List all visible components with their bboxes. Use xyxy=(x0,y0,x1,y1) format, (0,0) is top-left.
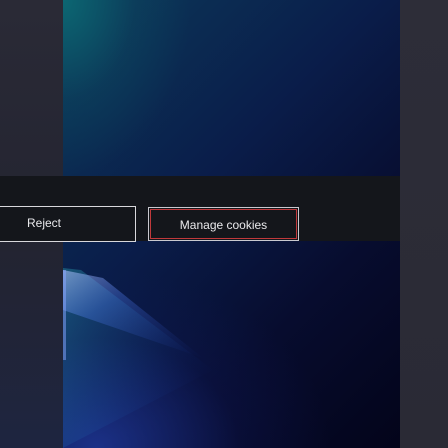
cookie-consent-banner: Reject Manage cookies xyxy=(0,176,400,242)
reject-button-label: Reject xyxy=(27,216,62,230)
reject-cookies-button[interactable]: Reject xyxy=(0,206,136,242)
manage-button-label: Manage cookies xyxy=(179,218,268,232)
light-streak-graphic xyxy=(63,268,213,448)
right-background-panel xyxy=(400,0,448,448)
page: Reject Manage cookies xyxy=(0,0,448,448)
manage-cookies-button[interactable]: Manage cookies xyxy=(148,207,299,241)
